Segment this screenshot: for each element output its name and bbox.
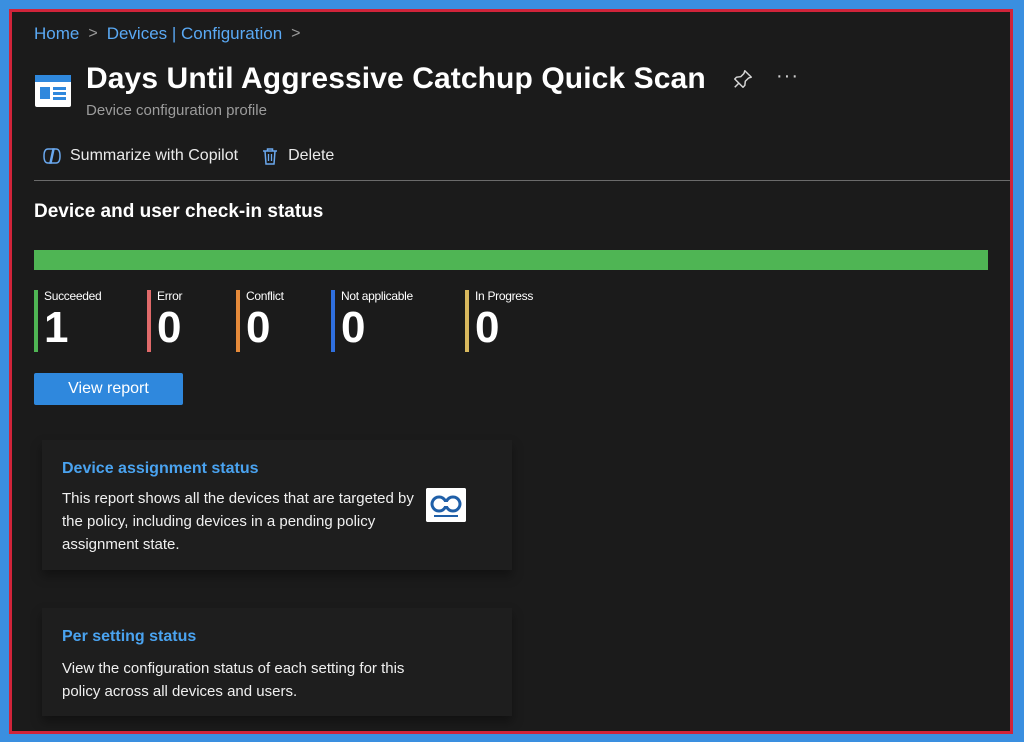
highlight-border: Home > Devices | Configuration > Days Un… xyxy=(9,9,1013,734)
page-title: Days Until Aggressive Catchup Quick Scan xyxy=(86,62,706,95)
profile-page: Home > Devices | Configuration > Days Un… xyxy=(12,12,1010,731)
metric-value: 0 xyxy=(475,303,500,352)
metric-value: 0 xyxy=(246,303,271,352)
toolbar: Summarize with Copilot Delete xyxy=(42,146,356,166)
delete-button[interactable]: Delete xyxy=(260,146,334,166)
breadcrumb-home[interactable]: Home xyxy=(34,24,79,44)
check-in-progress-bar xyxy=(34,250,988,270)
watermark-logo-icon xyxy=(426,488,466,522)
metric-label: Conflict xyxy=(246,289,284,303)
toolbar-divider xyxy=(34,180,1010,181)
check-in-progress-fill xyxy=(34,250,988,270)
metric-error[interactable]: Error 0 xyxy=(147,290,182,354)
metric-value: 0 xyxy=(341,303,366,352)
breadcrumb-devices-configuration[interactable]: Devices | Configuration xyxy=(107,24,282,44)
more-options-icon[interactable]: ··· xyxy=(776,65,799,88)
metric-accent xyxy=(147,290,151,352)
view-report-button[interactable]: View report xyxy=(34,373,183,405)
metric-in-progress[interactable]: In Progress 0 xyxy=(465,290,533,354)
card-title-link[interactable]: Device assignment status xyxy=(62,460,259,478)
metric-label: Succeeded xyxy=(44,289,102,303)
metric-accent xyxy=(34,290,38,352)
metric-accent xyxy=(236,290,240,352)
summarize-with-copilot-button[interactable]: Summarize with Copilot xyxy=(42,146,238,166)
metric-not-applicable[interactable]: Not applicable 0 xyxy=(331,290,413,354)
card-description: This report shows all the devices that a… xyxy=(62,490,414,553)
metric-label: Error xyxy=(157,289,183,303)
breadcrumb: Home > Devices | Configuration > xyxy=(34,24,301,44)
summarize-with-copilot-label: Summarize with Copilot xyxy=(70,147,239,164)
copilot-icon xyxy=(43,148,61,164)
check-in-status-heading: Device and user check-in status xyxy=(34,201,324,222)
metric-label: In Progress xyxy=(475,289,534,303)
delete-label: Delete xyxy=(288,147,335,164)
metric-accent xyxy=(331,290,335,352)
metric-label: Not applicable xyxy=(341,289,413,303)
chevron-right-icon: > xyxy=(291,25,301,42)
trash-icon xyxy=(263,148,278,165)
metric-succeeded[interactable]: Succeeded 1 xyxy=(34,289,102,354)
per-setting-status-card[interactable]: Per setting status View the configuratio… xyxy=(42,608,512,716)
metric-value: 1 xyxy=(44,303,69,352)
card-description: View the configuration status of each se… xyxy=(62,660,405,700)
metric-accent xyxy=(465,290,469,352)
screenshot-frame: Home > Devices | Configuration > Days Un… xyxy=(0,0,1024,742)
pin-icon[interactable] xyxy=(732,68,754,90)
card-title-link[interactable]: Per setting status xyxy=(62,628,196,646)
metric-value: 0 xyxy=(157,303,182,352)
chevron-right-icon: > xyxy=(88,25,98,42)
metric-conflict[interactable]: Conflict 0 xyxy=(236,290,284,354)
configuration-profile-icon xyxy=(35,75,71,107)
page-subtitle: Device configuration profile xyxy=(86,102,267,119)
